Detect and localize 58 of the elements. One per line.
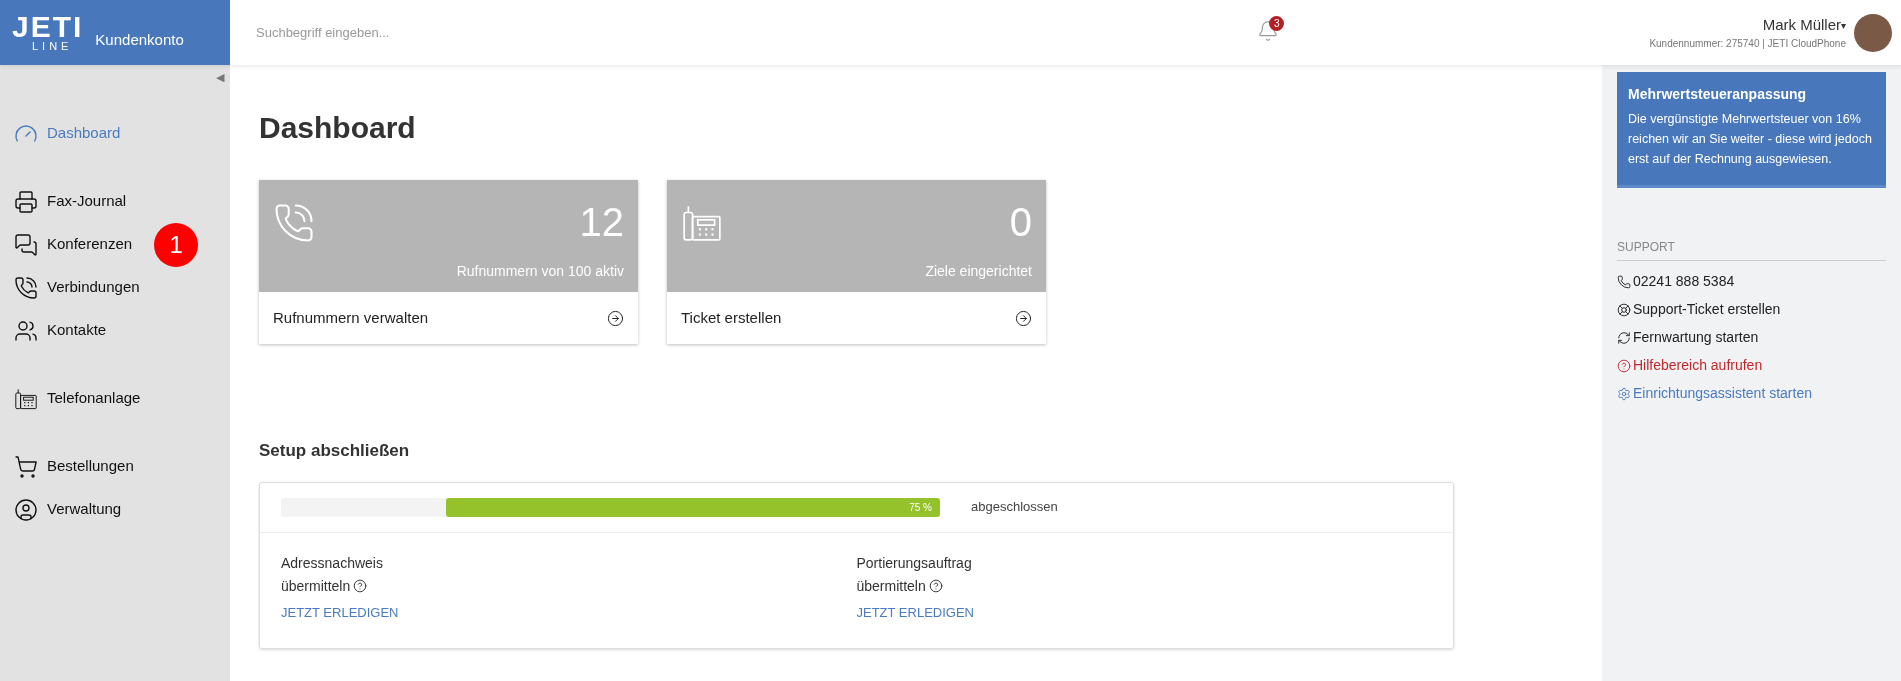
progress-reading: 75 % xyxy=(909,500,932,515)
task-link[interactable]: JETZT ERLEDIGEN xyxy=(856,602,1432,622)
support-link[interactable]: Support-Ticket erstellen xyxy=(1617,299,1886,320)
help-icon[interactable] xyxy=(353,579,368,593)
avatar[interactable] xyxy=(1854,13,1892,52)
desk-phone-icon xyxy=(14,386,38,411)
support-link[interactable]: Hilfebereich aufrufen xyxy=(1617,355,1886,376)
sidebar-item[interactable]: Fax-Journal xyxy=(14,189,127,214)
support-link[interactable]: 02241 888 5384 xyxy=(1617,271,1886,292)
phone-icon xyxy=(273,202,315,244)
card-link[interactable]: Ticket erstellen xyxy=(667,292,1046,344)
sidebar-item[interactable]: Verwaltung xyxy=(14,497,122,522)
user-menu[interactable]: Mark Müller▾ xyxy=(1762,13,1846,37)
task-link[interactable]: JETZT ERLEDIGEN xyxy=(281,602,857,622)
search-field[interactable]: Suchbegriff eingeben... xyxy=(256,0,756,65)
support-heading: SUPPORT xyxy=(1617,238,1886,261)
people-icon xyxy=(14,318,38,343)
user-circle-icon xyxy=(14,497,38,522)
count-badge: 1 xyxy=(154,222,199,267)
cart-icon xyxy=(14,454,38,479)
help-icon xyxy=(1617,358,1631,373)
arrows-circle-icon xyxy=(1617,330,1631,345)
task-title: Adressnachweis xyxy=(281,553,384,573)
gear-icon xyxy=(1617,386,1631,401)
customer-info: Kundennummer: 275740 | JETI CloudPhone xyxy=(1649,37,1846,52)
task-title: Portierungsauftrag xyxy=(856,553,973,573)
progress-label: abgeschlossen xyxy=(971,498,1058,517)
sidebar-item[interactable]: Verbindungen xyxy=(14,275,140,300)
product-name: Kundenkonto xyxy=(95,30,184,51)
lifebuoy-icon xyxy=(1617,302,1631,317)
logo-subline: LINE xyxy=(31,41,74,52)
page-title: Dashboard xyxy=(259,110,417,146)
arrow-circle-icon xyxy=(1015,309,1032,327)
stat-value: 0 xyxy=(1009,202,1032,242)
logo-wordmark: JETI xyxy=(12,13,84,41)
notice-title: Mehrwertsteueranpassung xyxy=(1628,85,1808,104)
notice-text: Die vergünstigte Mehrwertsteuer von 16% reichen wir an Sie weiter - diese wird jedoch erst auf der Rechnung ausgewiesen. xyxy=(1628,111,1873,168)
phone-icon xyxy=(1617,274,1631,289)
sidebar-item[interactable]: Konferenzen xyxy=(14,232,133,257)
sidebar-item[interactable]: Telefonanlage xyxy=(14,386,141,411)
help-icon[interactable] xyxy=(928,579,943,593)
section-title: Setup abschließen xyxy=(259,440,411,462)
sidebar-item[interactable]: Kontakte xyxy=(14,318,107,343)
card-link[interactable]: Rufnummern verwalten xyxy=(259,292,638,344)
chat-bubbles-icon xyxy=(14,232,38,257)
task-title: übermitteln xyxy=(856,576,926,596)
task-title: übermitteln xyxy=(281,576,351,596)
support-link[interactable]: Fernwartung starten xyxy=(1617,327,1886,348)
support-link[interactable]: Einrichtungsassistent starten xyxy=(1617,383,1886,404)
stat-caption: Ziele eingerichtet xyxy=(925,262,1032,281)
phone-icon xyxy=(14,275,38,300)
stat-value: 12 xyxy=(579,202,624,242)
bell-icon[interactable] xyxy=(1257,20,1280,42)
notification-count: 3 xyxy=(1269,16,1285,31)
stat-caption: Rufnummern von 100 aktiv xyxy=(456,262,624,281)
arrow-circle-icon xyxy=(607,309,624,327)
printer-icon xyxy=(14,189,38,214)
sidebar-item[interactable]: Bestellungen xyxy=(14,454,134,479)
